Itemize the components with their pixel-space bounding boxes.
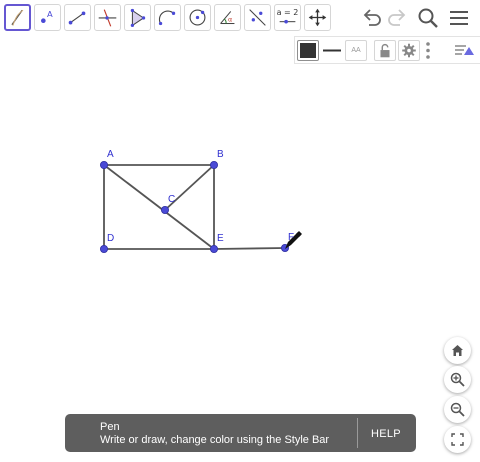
more-options-button[interactable] <box>423 40 433 61</box>
move-graphics-view-tool-button[interactable] <box>304 4 331 31</box>
tooltip-help-button[interactable]: HELP <box>371 428 401 440</box>
point-tool-label: A <box>47 9 53 19</box>
more-vertical-icon <box>426 42 430 59</box>
perpendicular-line-tool-button[interactable] <box>94 4 121 31</box>
graphics-view[interactable]: A B C D E F <box>0 64 480 462</box>
lock-icon <box>380 43 390 58</box>
polygon-icon <box>130 8 146 28</box>
pen-icon <box>11 9 24 26</box>
text-size-button[interactable]: AA <box>345 40 367 61</box>
point-b[interactable] <box>209 161 218 170</box>
reflect-icon <box>249 9 266 26</box>
geogebra-app: A α a = 2 AA A B C D E F Pen Write or dr… <box>0 0 480 462</box>
main-toolbar: A α a = 2 <box>0 0 480 36</box>
point-icon: A <box>41 9 53 24</box>
reflect-tool-button[interactable] <box>244 4 271 31</box>
arc-icon <box>158 10 176 26</box>
main-menu-button[interactable] <box>447 6 471 30</box>
geometry-drawing <box>100 161 302 253</box>
fullscreen-icon <box>451 433 464 446</box>
toggle-algebra-view-button[interactable] <box>453 40 475 61</box>
point-label-b: B <box>217 149 224 160</box>
point-label-a: A <box>107 149 114 160</box>
line-style-button[interactable] <box>321 40 343 61</box>
lock-button[interactable] <box>374 40 396 61</box>
zoom-in-button[interactable] <box>444 366 471 393</box>
settings-button[interactable] <box>398 40 420 61</box>
point-tool-button[interactable]: A <box>34 4 61 31</box>
angle-icon: α <box>220 11 235 25</box>
segment-ae[interactable] <box>103 164 215 250</box>
slider-tool-button[interactable]: a = 2 <box>274 4 301 31</box>
point-d[interactable] <box>100 244 109 253</box>
zoom-out-icon <box>450 402 465 417</box>
undo-button[interactable] <box>360 6 384 30</box>
circle-icon <box>189 9 206 26</box>
tooltip-title: Pen <box>100 421 120 433</box>
redo-button[interactable] <box>385 6 409 30</box>
zoom-out-button[interactable] <box>444 396 471 423</box>
segment-icon <box>68 11 86 25</box>
pen-tool-button[interactable] <box>4 4 31 31</box>
gear-icon <box>402 43 416 58</box>
point-e[interactable] <box>209 244 218 253</box>
arc-tool-button[interactable] <box>154 4 181 31</box>
search-icon <box>418 8 438 28</box>
home-icon <box>452 345 463 356</box>
slider-icon <box>279 19 296 24</box>
text-size-label: AA <box>351 47 361 54</box>
color-swatch <box>300 43 316 58</box>
point-label-d: D <box>107 233 115 244</box>
circle-tool-button[interactable] <box>184 4 211 31</box>
segment-ef[interactable] <box>213 247 286 250</box>
polygon-tool-button[interactable] <box>124 4 151 31</box>
algebra-view-icon <box>455 45 474 55</box>
tooltip-divider <box>357 418 358 448</box>
move-arrows-icon <box>308 8 327 27</box>
point-label-f: F <box>288 232 295 243</box>
segment-tool-button[interactable] <box>64 4 91 31</box>
style-bar: AA <box>294 36 480 64</box>
tool-tooltip: Pen Write or draw, change color using th… <box>65 414 416 452</box>
search-button[interactable] <box>416 6 440 30</box>
point-a[interactable] <box>100 161 109 170</box>
tooltip-description: Write or draw, change color using the St… <box>100 434 330 446</box>
color-button[interactable] <box>297 40 319 61</box>
menu-icon <box>450 11 468 25</box>
standard-view-button[interactable] <box>444 337 471 364</box>
angle-tool-label: α <box>228 16 232 24</box>
fullscreen-button[interactable] <box>444 426 471 453</box>
line-style-icon <box>323 49 341 52</box>
perpendicular-line-icon <box>98 9 117 27</box>
redo-icon <box>388 9 406 26</box>
point-c[interactable] <box>160 205 169 214</box>
zoom-in-icon <box>450 372 465 387</box>
undo-icon <box>363 9 381 26</box>
angle-tool-button[interactable]: α <box>214 4 241 31</box>
point-label-e: E <box>217 233 224 244</box>
point-label-c: C <box>168 194 176 205</box>
